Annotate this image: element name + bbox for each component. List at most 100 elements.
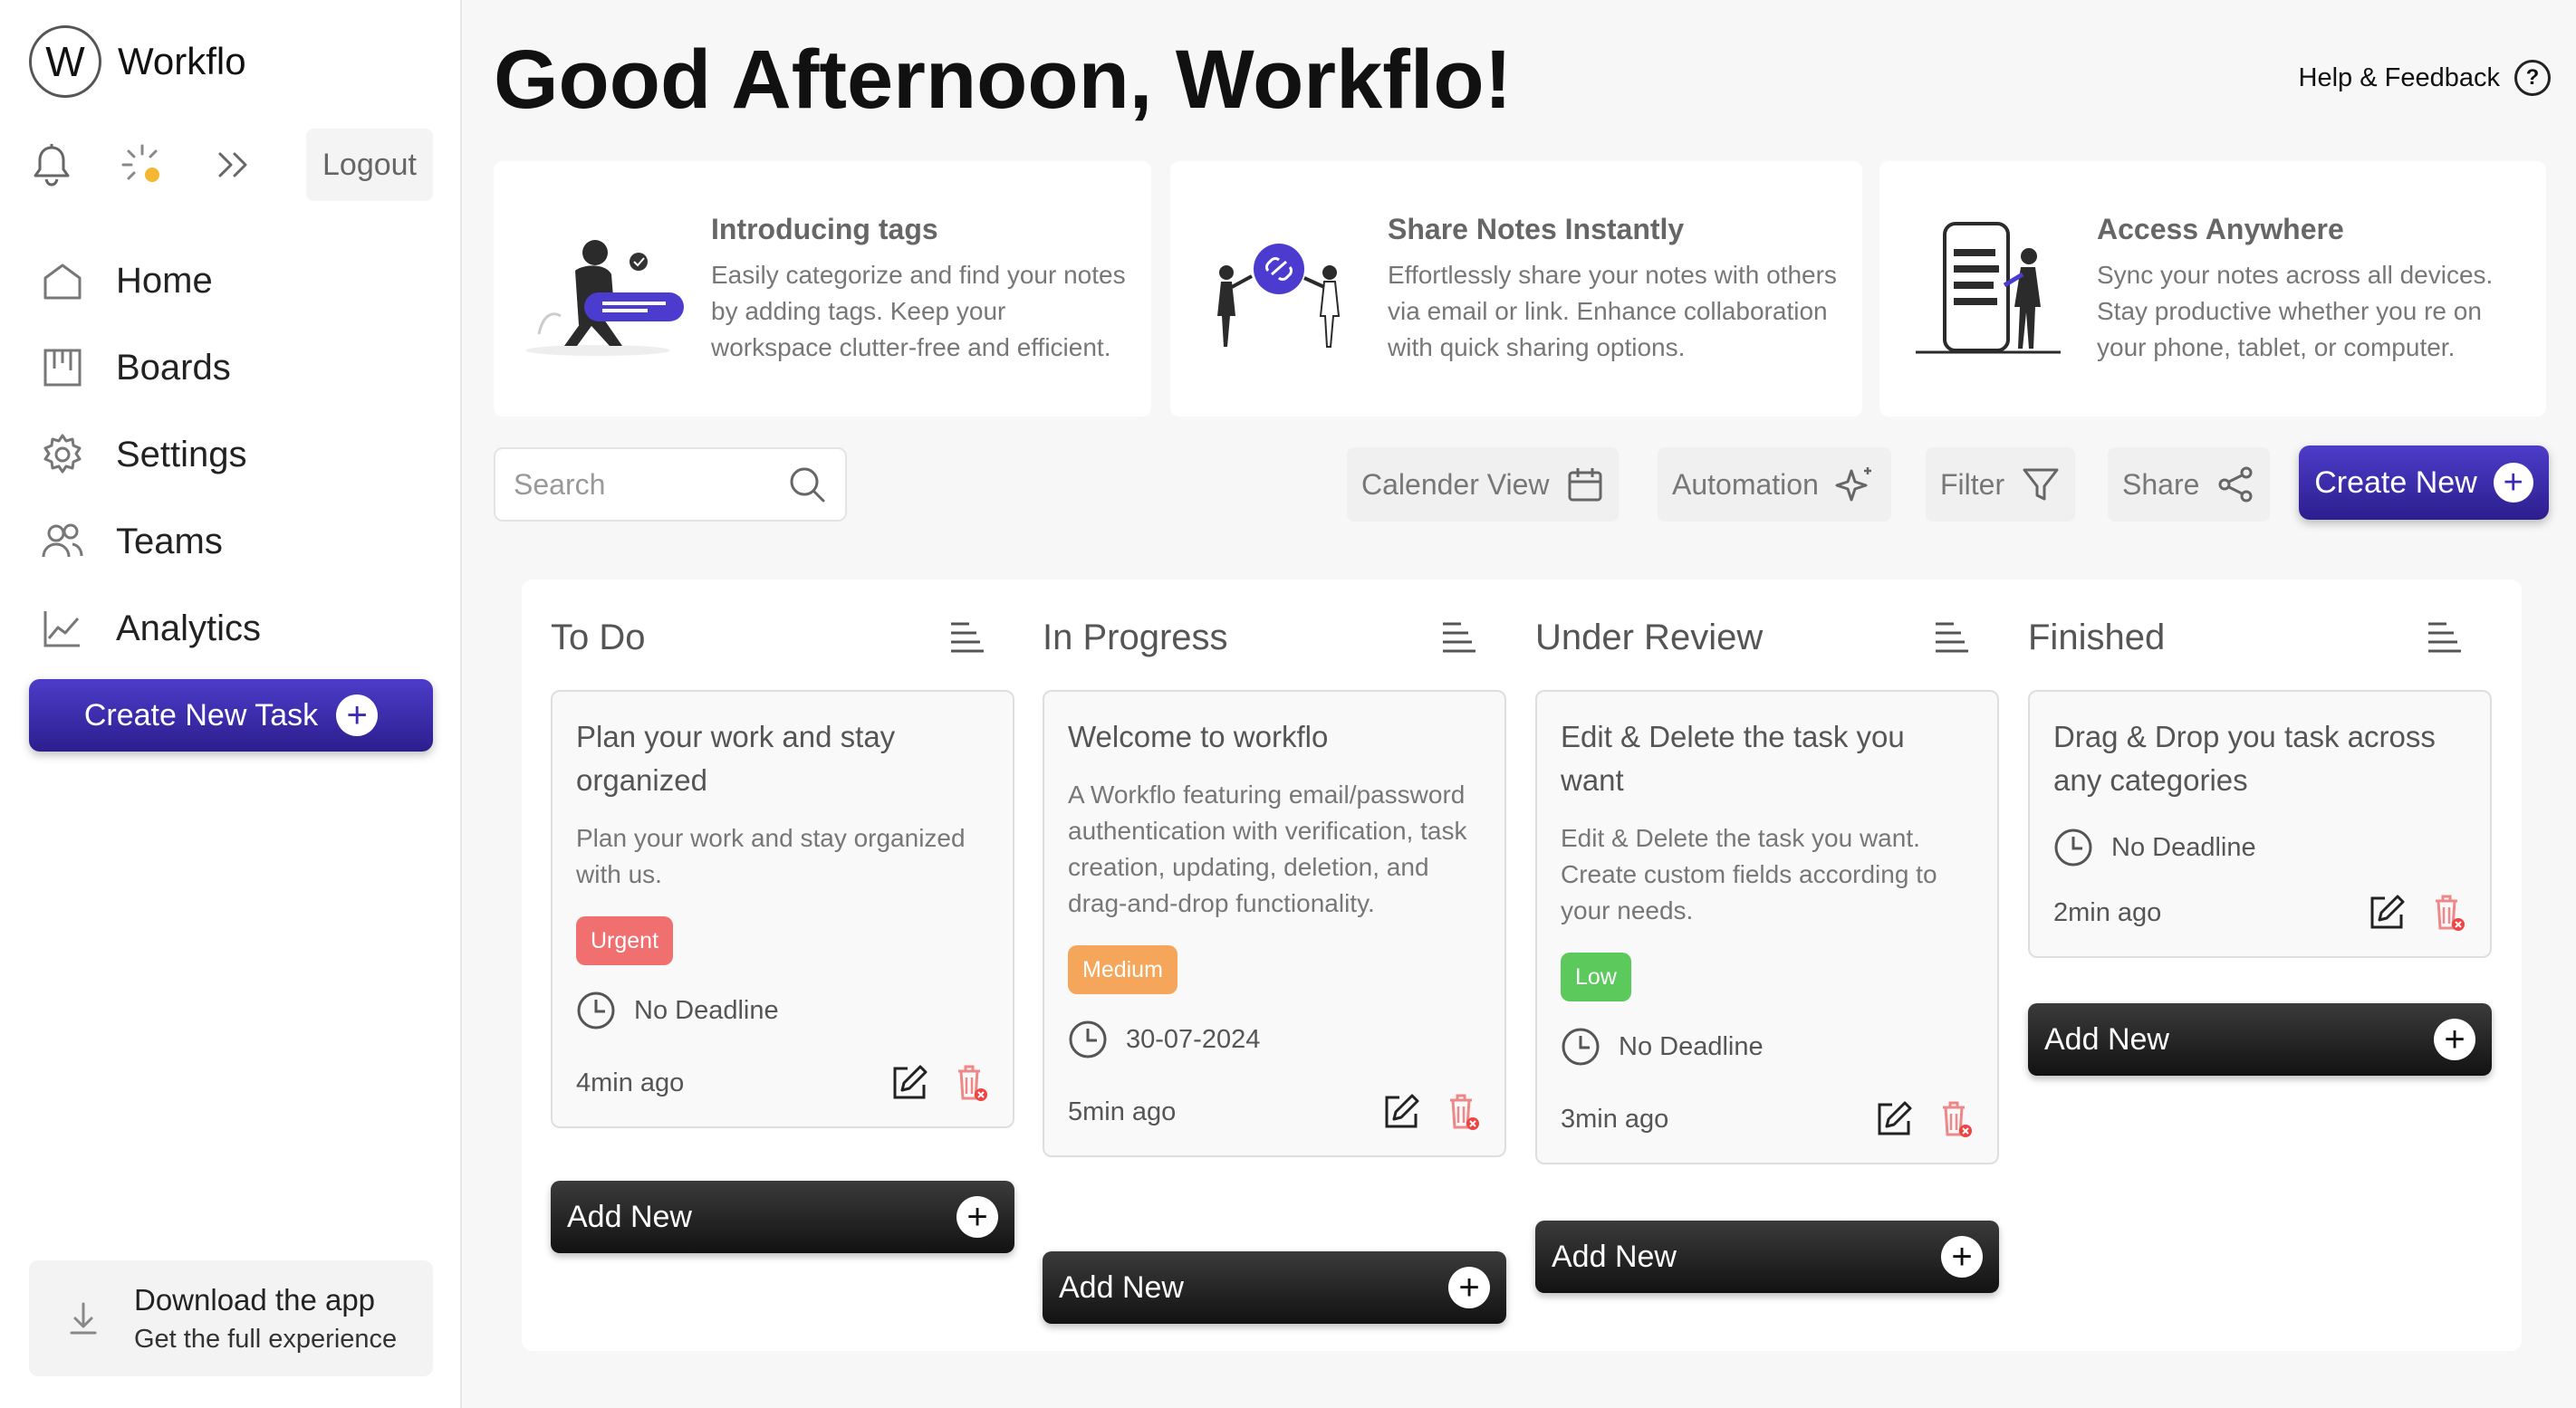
logout-button[interactable]: Logout xyxy=(306,129,433,201)
column-title: To Do xyxy=(551,617,646,657)
feature-title: Access Anywhere xyxy=(2097,212,2344,245)
create-new-task-button[interactable]: Create New Task + xyxy=(29,679,433,752)
help-feedback-link[interactable]: Help & Feedback ? xyxy=(2299,60,2551,96)
teams-icon xyxy=(42,523,83,558)
kanban-board: To Do Plan your work and stay organized … xyxy=(522,579,2522,1351)
loading-icon[interactable] xyxy=(120,142,165,187)
priority-badge: Low xyxy=(1561,953,1631,1001)
sidebar-item-boards[interactable]: Boards xyxy=(40,324,261,411)
sidebar-item-label: Home xyxy=(116,260,213,301)
delete-icon[interactable] xyxy=(1445,1092,1481,1132)
sidebar-item-label: Analytics xyxy=(116,608,262,648)
plus-icon: + xyxy=(1941,1236,1983,1278)
share-button[interactable]: Share xyxy=(2108,447,2271,522)
delete-icon[interactable] xyxy=(1937,1099,1974,1139)
automation-button[interactable]: Automation xyxy=(1658,447,1891,522)
deadline-text: 30-07-2024 xyxy=(1126,1024,1261,1054)
task-description: Edit & Delete the task you want. Create … xyxy=(1561,824,1937,924)
task-deadline: No Deadline xyxy=(2053,828,2466,867)
task-deadline: No Deadline xyxy=(1561,1027,1974,1067)
filter-button[interactable]: Filter xyxy=(1926,447,2076,522)
feature-description: Effortlessly share your notes with other… xyxy=(1388,260,1837,361)
task-timestamp: 2min ago xyxy=(2053,897,2162,927)
feature-description: Sync your notes across all devices. Stay… xyxy=(2097,260,2494,361)
feature-card-tags: Introducing tags Easily categorize and f… xyxy=(494,161,1151,417)
sidebar-item-analytics[interactable]: Analytics xyxy=(40,585,261,672)
task-card[interactable]: Edit & Delete the task you want Edit & D… xyxy=(1535,690,1999,1164)
delete-icon[interactable] xyxy=(2430,893,2466,933)
deadline-text: No Deadline xyxy=(1619,1031,1764,1061)
add-new-button[interactable]: Add New + xyxy=(1043,1251,1506,1324)
clock-icon xyxy=(2054,829,2092,867)
sparkles-icon xyxy=(1835,467,1871,502)
share-illustration-icon xyxy=(1217,244,1341,348)
add-new-button[interactable]: Add New + xyxy=(551,1181,1014,1253)
bell-icon[interactable] xyxy=(29,142,74,187)
brand: W Workflo xyxy=(29,25,246,98)
delete-icon[interactable] xyxy=(953,1063,989,1103)
task-title: Drag & Drop you task across any categori… xyxy=(2053,720,2436,797)
plus-icon: + xyxy=(336,694,379,736)
feature-title: Introducing tags xyxy=(711,212,938,245)
search-box xyxy=(494,447,847,522)
feature-card-share: Share Notes Instantly Effortlessly share… xyxy=(1170,161,1862,417)
plus-icon: + xyxy=(2434,1019,2475,1060)
sort-icon[interactable] xyxy=(949,621,985,654)
add-new-label: Add New xyxy=(567,1199,692,1234)
brand-name: Workflo xyxy=(118,40,246,82)
plus-icon: + xyxy=(2493,463,2533,503)
edit-icon[interactable] xyxy=(889,1063,929,1103)
sidebar-nav: Home Boards Settings Teams Analytics xyxy=(40,237,261,672)
sidebar-toolbar: Logout xyxy=(29,129,433,201)
edit-icon[interactable] xyxy=(1381,1092,1421,1132)
task-deadline: No Deadline xyxy=(576,991,989,1030)
sidebar-item-label: Boards xyxy=(116,347,231,388)
task-card[interactable]: Plan your work and stay organized Plan y… xyxy=(551,690,1014,1128)
sidebar-item-home[interactable]: Home xyxy=(40,237,261,324)
priority-badge: Medium xyxy=(1068,945,1177,994)
edit-icon[interactable] xyxy=(1874,1099,1914,1139)
task-card[interactable]: Welcome to workflo A Workflo featuring e… xyxy=(1043,690,1506,1157)
add-new-label: Add New xyxy=(1059,1269,1184,1305)
deadline-text: No Deadline xyxy=(634,995,779,1025)
tags-illustration-icon xyxy=(525,240,684,356)
sidebar-item-label: Settings xyxy=(116,434,247,474)
calendar-view-label: Calender View xyxy=(1361,467,1550,501)
home-icon xyxy=(43,263,82,300)
create-new-label: Create New xyxy=(2314,465,2477,500)
clock-icon xyxy=(1562,1028,1600,1066)
search-icon[interactable] xyxy=(787,465,827,504)
calendar-view-button[interactable]: Calender View xyxy=(1347,447,1619,522)
task-title: Plan your work and stay organized xyxy=(576,720,896,797)
search-input[interactable] xyxy=(514,467,767,502)
sidebar: W Workflo Logout Home Boards Settings Te xyxy=(0,0,462,1408)
filter-icon xyxy=(2023,468,2059,501)
add-new-button[interactable]: Add New + xyxy=(2028,1003,2492,1076)
task-timestamp: 5min ago xyxy=(1068,1097,1177,1126)
feature-title: Share Notes Instantly xyxy=(1388,212,1685,245)
task-description: Plan your work and stay organized with u… xyxy=(576,824,966,888)
task-deadline: 30-07-2024 xyxy=(1068,1020,1481,1059)
add-new-button[interactable]: Add New + xyxy=(1535,1221,1999,1293)
avatar[interactable]: W xyxy=(29,25,101,98)
column-title: Under Review xyxy=(1535,617,1764,657)
create-new-task-label: Create New Task xyxy=(83,697,319,733)
help-label: Help & Feedback xyxy=(2298,62,2500,92)
task-card[interactable]: Drag & Drop you task across any categori… xyxy=(2028,690,2492,958)
task-timestamp: 3min ago xyxy=(1561,1104,1669,1134)
sidebar-item-teams[interactable]: Teams xyxy=(40,498,261,585)
priority-badge: Urgent xyxy=(576,916,674,965)
edit-icon[interactable] xyxy=(2367,893,2407,933)
sort-icon[interactable] xyxy=(2427,621,2463,654)
sort-icon[interactable] xyxy=(1934,621,1970,654)
download-app-banner[interactable]: Download the app Get the full experience xyxy=(29,1260,433,1376)
plus-icon: + xyxy=(956,1196,998,1238)
sidebar-item-settings[interactable]: Settings xyxy=(40,411,261,498)
devices-illustration-icon xyxy=(1916,222,2061,354)
create-new-button[interactable]: Create New + xyxy=(2299,445,2549,520)
add-new-label: Add New xyxy=(2044,1021,2169,1057)
filter-label: Filter xyxy=(1940,467,2005,501)
sort-icon[interactable] xyxy=(1441,621,1477,654)
automation-label: Automation xyxy=(1672,467,1819,501)
chevrons-right-icon[interactable] xyxy=(210,142,255,187)
